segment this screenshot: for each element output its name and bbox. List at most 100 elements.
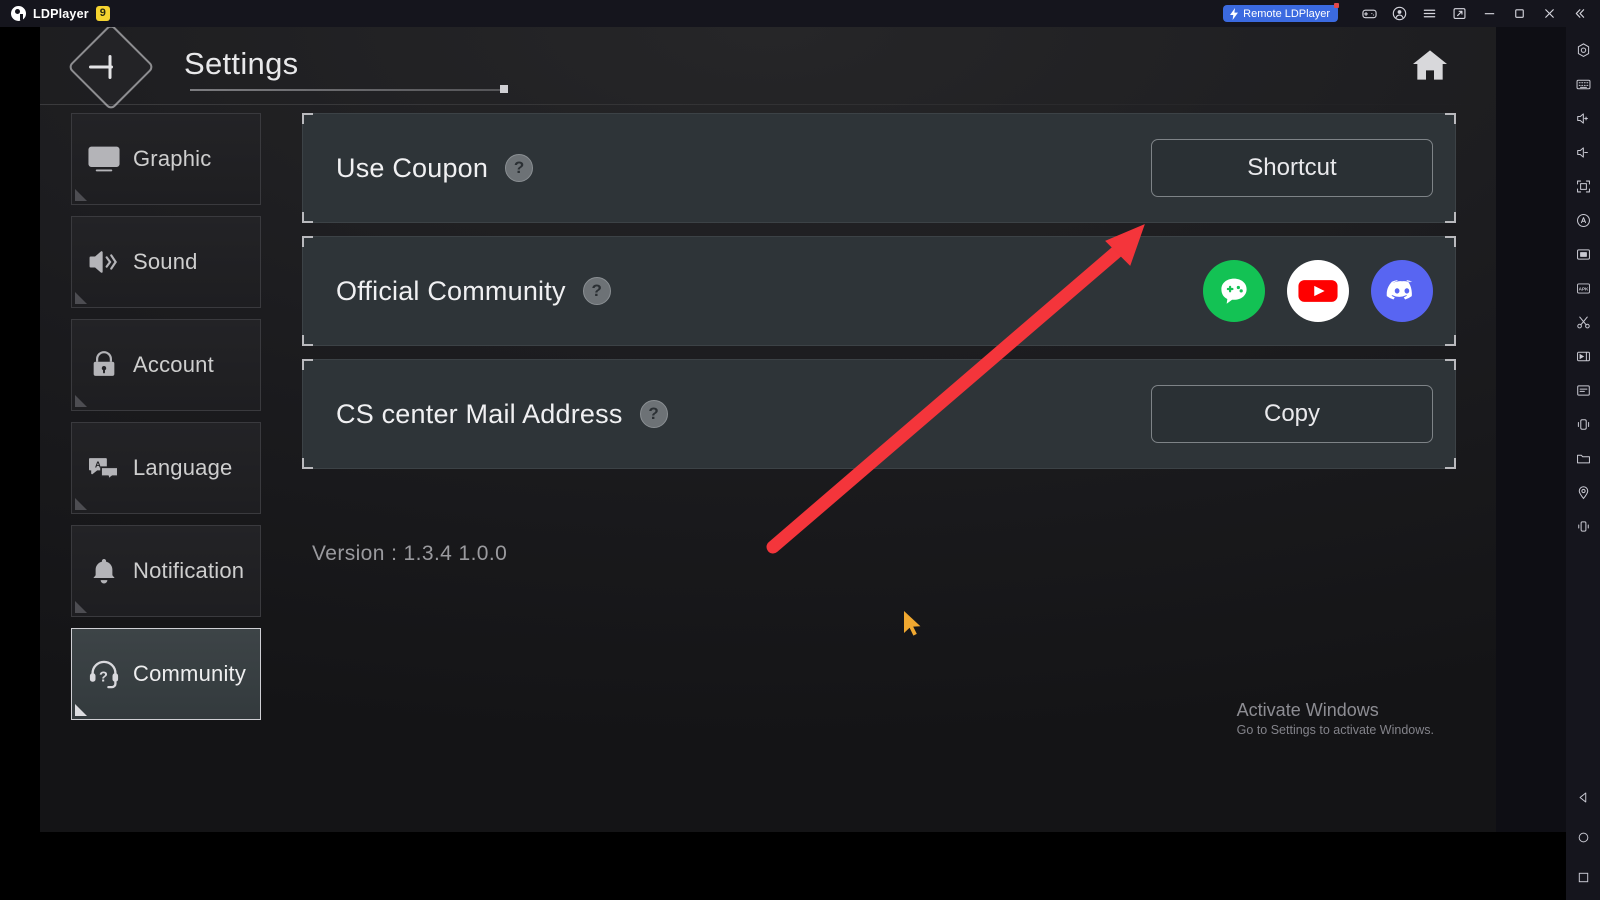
corner-bracket-icon xyxy=(1445,212,1456,223)
app-version-badge: 9 xyxy=(95,6,110,21)
discord-icon[interactable] xyxy=(1371,260,1433,322)
emulator-screen: Settings Graphic Sound Account A Languag… xyxy=(40,27,1496,832)
keyboard-icon[interactable] xyxy=(1566,67,1600,101)
sidebar-item-label: Sound xyxy=(133,249,198,274)
corner-bracket-icon xyxy=(1445,236,1456,247)
menu-icon[interactable] xyxy=(1414,0,1444,27)
lightning-icon xyxy=(1230,7,1239,20)
sidebar-item-language[interactable]: A Language xyxy=(71,422,261,514)
install-apk-icon[interactable]: APK xyxy=(1566,271,1600,305)
folder-icon[interactable] xyxy=(1566,441,1600,475)
back-arrow-icon[interactable] xyxy=(67,27,155,111)
settings-content: Use Coupon ? Shortcut Official Community… xyxy=(302,113,1456,482)
sidebar-item-graphic[interactable]: Graphic xyxy=(71,113,261,205)
version-text: Version : 1.3.4 1.0.0 xyxy=(312,542,508,565)
volume-up-icon[interactable] xyxy=(1566,101,1600,135)
panel-use-coupon: Use Coupon ? Shortcut xyxy=(302,113,1456,223)
android-back-icon[interactable] xyxy=(1566,780,1600,814)
corner-bracket-icon xyxy=(302,236,313,247)
close-icon[interactable] xyxy=(1534,0,1564,27)
sidebar-item-label: Account xyxy=(133,352,214,377)
sidebar-item-account[interactable]: Account xyxy=(71,319,261,411)
panel-label: CS center Mail Address xyxy=(336,398,623,429)
corner-bracket-icon xyxy=(302,359,313,370)
corner-bracket-icon xyxy=(302,458,313,469)
ldplayer-window: LDPlayer 9 Remote LDPlayer APK Settings … xyxy=(0,0,1600,900)
sidebar-item-community[interactable]: ? Community xyxy=(71,628,261,720)
game-community-icon[interactable] xyxy=(1203,260,1265,322)
panel-controls: Copy xyxy=(1151,385,1433,443)
speaker-icon xyxy=(84,247,124,277)
help-icon[interactable]: ? xyxy=(505,154,534,182)
shake-icon[interactable] xyxy=(1566,407,1600,441)
multi-instance-icon[interactable] xyxy=(1444,0,1474,27)
lock-icon xyxy=(84,350,124,380)
monitor-icon xyxy=(84,144,124,174)
svg-text:APK: APK xyxy=(1578,286,1588,291)
settings-gear-icon[interactable] xyxy=(1566,33,1600,67)
sidebar-toolbar: APK xyxy=(1566,27,1600,900)
corner-marker-icon xyxy=(75,189,87,201)
translate-icon: A xyxy=(84,453,124,483)
titlebar-brand: LDPlayer 9 xyxy=(0,6,110,21)
help-icon[interactable]: ? xyxy=(639,400,668,428)
panel-controls xyxy=(1203,260,1433,322)
auto-rotate-icon[interactable] xyxy=(1566,203,1600,237)
script-icon[interactable] xyxy=(1566,373,1600,407)
volume-down-icon[interactable] xyxy=(1566,135,1600,169)
svg-text:A: A xyxy=(95,459,101,469)
corner-bracket-icon xyxy=(1445,458,1456,469)
game-header: Settings xyxy=(40,27,1496,111)
titlebar: LDPlayer 9 Remote LDPlayer xyxy=(0,0,1600,27)
video-record-icon[interactable] xyxy=(1566,339,1600,373)
location-icon[interactable] xyxy=(1566,475,1600,509)
corner-marker-icon xyxy=(75,395,87,407)
left-gutter xyxy=(0,27,40,900)
remote-ldplayer-label: Remote LDPlayer xyxy=(1243,7,1330,20)
sidebar-item-label: Community xyxy=(133,661,247,686)
maximize-icon[interactable] xyxy=(1504,0,1534,27)
corner-marker-icon xyxy=(75,498,87,510)
collapse-icon[interactable] xyxy=(1564,0,1594,27)
help-icon[interactable]: ? xyxy=(582,277,611,305)
android-home-icon[interactable] xyxy=(1566,820,1600,854)
corner-marker-icon xyxy=(75,292,87,304)
screenshot-icon[interactable] xyxy=(1566,237,1600,271)
panel-label: Official Community xyxy=(336,275,566,306)
watermark-title: Activate Windows xyxy=(1236,699,1379,720)
panel-cs-center-mail: CS center Mail Address ? Copy xyxy=(302,359,1456,469)
settings-menu: Graphic Sound Account A Language Notific… xyxy=(71,113,261,731)
new-dot-badge xyxy=(1334,3,1339,8)
android-recents-icon[interactable] xyxy=(1566,860,1600,894)
windows-activation-watermark: Activate Windows Go to Settings to activ… xyxy=(1237,699,1434,738)
svg-text:?: ? xyxy=(99,670,108,686)
bell-icon xyxy=(84,556,124,586)
corner-marker-icon xyxy=(75,704,87,716)
corner-marker-icon xyxy=(75,601,87,613)
remote-ldplayer-button[interactable]: Remote LDPlayer xyxy=(1223,3,1339,22)
app-name: LDPlayer xyxy=(33,6,89,21)
sidebar-item-label: Graphic xyxy=(133,146,212,171)
ldplayer-logo-icon xyxy=(11,6,26,21)
copy-button[interactable]: Copy xyxy=(1151,385,1433,443)
sidebar-item-sound[interactable]: Sound xyxy=(71,216,261,308)
titlebar-controls: Remote LDPlayer xyxy=(1223,0,1600,27)
gamepad-icon[interactable] xyxy=(1354,0,1384,27)
scissors-icon[interactable] xyxy=(1566,305,1600,339)
shortcut-button[interactable]: Shortcut xyxy=(1151,139,1433,197)
youtube-icon[interactable] xyxy=(1287,260,1349,322)
corner-bracket-icon xyxy=(302,212,313,223)
headset-help-icon: ? xyxy=(84,658,124,690)
fullscreen-icon[interactable] xyxy=(1566,169,1600,203)
account-icon[interactable] xyxy=(1384,0,1414,27)
sidebar-item-label: Language xyxy=(133,455,233,480)
page-title: Settings xyxy=(184,46,299,81)
minimize-icon[interactable] xyxy=(1474,0,1504,27)
sidebar-item-notification[interactable]: Notification xyxy=(71,525,261,617)
corner-bracket-icon xyxy=(1445,335,1456,346)
corner-bracket-icon xyxy=(1445,113,1456,124)
vibrate-icon[interactable] xyxy=(1566,509,1600,543)
home-icon[interactable] xyxy=(1406,43,1454,87)
corner-bracket-icon xyxy=(302,335,313,346)
panel-official-community: Official Community ? xyxy=(302,236,1456,346)
